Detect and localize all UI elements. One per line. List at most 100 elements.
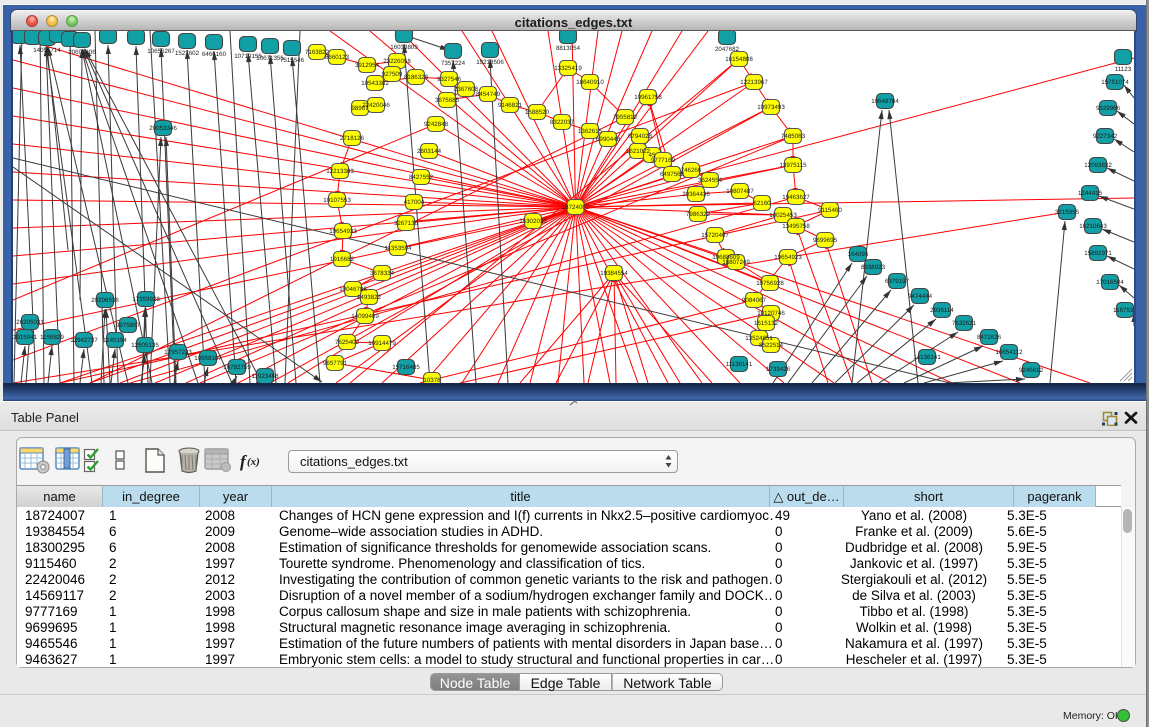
svg-text:11136141: 11136141 [726,361,753,368]
svg-text:19654933: 19654933 [329,228,357,235]
svg-text:6379197: 6379197 [885,278,910,285]
svg-text:7357224: 7357224 [441,60,466,67]
svg-text:8427552: 8427552 [409,174,434,181]
svg-text:16033809: 16033809 [390,44,418,51]
svg-text:20364436: 20364436 [682,191,710,198]
svg-text:10756928: 10756928 [756,280,784,287]
svg-text:9146821: 9146821 [498,102,523,109]
svg-text:8454749: 8454749 [476,91,501,98]
svg-text:2367608: 2367608 [454,86,479,93]
svg-text:26205031: 26205031 [16,319,44,326]
svg-text:9245612: 9245612 [1019,367,1044,374]
svg-text:12505135: 12505135 [131,342,159,349]
svg-text:23226058: 23226058 [383,58,411,65]
svg-text:1362615: 1362615 [578,128,603,135]
svg-text:20053346: 20053346 [149,125,177,132]
svg-text:9777169: 9777169 [651,157,676,164]
svg-text:13524851: 13524851 [745,335,773,342]
svg-text:11923468: 11923468 [251,373,279,380]
svg-text:9329966: 9329966 [1096,105,1121,112]
svg-text:9699695: 9699695 [813,237,838,244]
svg-text:10046786: 10046786 [339,286,367,293]
svg-text:1527602: 1527602 [175,50,200,57]
svg-text:9474444: 9474444 [908,293,933,300]
svg-text:12213383: 12213383 [326,168,354,175]
svg-text:1615132: 1615132 [754,320,779,327]
svg-text:18724007: 18724007 [562,204,590,211]
svg-text:7515546: 7515546 [280,57,305,64]
svg-text:17957223: 17957223 [164,349,192,356]
svg-text:7986322: 7986322 [686,211,711,218]
svg-text:6794028: 6794028 [628,133,653,140]
svg-text:9242848: 9242848 [424,121,449,128]
svg-text:10807487: 10807487 [726,188,754,195]
svg-text:3267130: 3267130 [394,220,419,227]
svg-text:18640910: 18640910 [576,79,604,86]
svg-text:11353594: 11353594 [384,245,412,252]
svg-text:15751074: 15751074 [1101,79,1129,86]
svg-text:13495758: 13495758 [782,223,810,230]
svg-text:164095: 164095 [848,251,869,258]
svg-text:13975115: 13975115 [779,162,807,169]
svg-text:10914479: 10914479 [368,340,396,347]
svg-text:10025453: 10025453 [769,212,797,219]
svg-text:14055714: 14055714 [33,47,61,54]
svg-text:10958107: 10958107 [194,355,222,362]
svg-text:10378: 10378 [423,377,441,383]
svg-text:9115460: 9115460 [818,207,842,214]
svg-text:3678334: 3678334 [370,270,395,277]
svg-text:746266: 746266 [681,167,702,174]
svg-text:1167533: 1167533 [1113,307,1134,314]
svg-text:10543382: 10543382 [361,80,389,87]
svg-text:8322037: 8322037 [550,119,575,126]
svg-text:1621022: 1621022 [626,148,651,155]
svg-text:3915941: 3915941 [13,334,38,341]
svg-text:9657791: 9657791 [323,360,348,367]
svg-text:9975867: 9975867 [116,322,141,329]
svg-text:2047682: 2047682 [715,46,740,53]
svg-text:14136141: 14136141 [913,354,941,361]
svg-text:(x): (x) [247,456,260,468]
svg-text:19218506: 19218506 [476,59,504,66]
svg-text:8938923: 8938923 [861,264,886,271]
svg-text:3675685: 3675685 [435,97,460,104]
svg-text:1156829: 1156829 [40,334,64,341]
svg-text:14099469: 14099469 [351,313,379,320]
svg-text:15892971: 15892971 [1084,250,1112,257]
svg-text:15716485: 15716485 [392,364,420,371]
svg-text:10107553: 10107553 [323,197,351,204]
svg-text:3624554: 3624554 [698,177,723,184]
svg-text:1588520: 1588520 [525,109,550,116]
svg-text:2718126: 2718126 [340,135,365,142]
svg-text:16154808: 16154808 [725,56,753,63]
svg-text:6466160: 6466160 [202,51,227,58]
svg-text:19463627: 19463627 [782,194,810,201]
svg-text:15302033: 15302033 [519,218,547,225]
svg-text:16210643: 16210643 [1079,223,1107,230]
svg-text:1244415: 1244415 [1078,190,1103,197]
svg-text:7625402: 7625402 [335,339,360,346]
svg-text:9227342: 9227342 [1093,133,1118,140]
svg-text:8660123: 8660123 [325,54,350,61]
svg-text:18807249: 18807249 [722,259,750,266]
svg-text:9327546: 9327546 [437,76,462,83]
svg-text:7955812: 7955812 [613,114,638,121]
svg-text:62160: 62160 [753,200,771,207]
svg-text:12942737: 12942737 [70,337,98,344]
svg-text:6990448: 6990448 [596,136,621,143]
svg-text:8522514: 8522514 [759,342,784,349]
svg-text:22420046: 22420046 [362,102,390,109]
svg-text:9084067: 9084067 [742,297,767,304]
svg-text:11123: 11123 [1115,66,1132,73]
svg-text:10120746: 10120746 [757,310,785,317]
svg-text:12213967: 12213967 [740,79,768,86]
svg-text:3215955: 3215955 [1055,209,1080,216]
svg-text:10973493: 10973493 [757,104,785,111]
svg-text:927509: 927509 [382,71,403,78]
svg-text:8186328: 8186328 [404,74,429,81]
svg-text:1916682: 1916682 [330,256,355,263]
svg-text:12093832: 12093832 [1084,162,1112,169]
svg-text:7485063: 7485063 [781,133,806,140]
svg-text:417004: 417004 [404,199,425,206]
svg-text:8813054: 8813054 [556,45,581,52]
